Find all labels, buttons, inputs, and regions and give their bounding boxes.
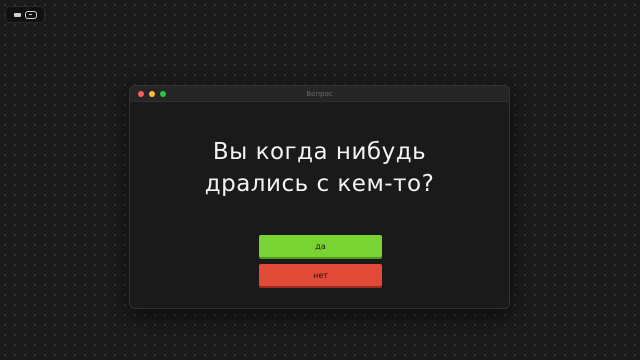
- dialog-window: Вопрос Вы когда нибудь дрались с кем-то?…: [129, 85, 510, 309]
- question-text: Вы когда нибудь дрались с кем-то?: [130, 136, 509, 200]
- window-title: Вопрос: [306, 90, 333, 98]
- vr-headset-icon: [24, 10, 37, 19]
- vr-mode-badge[interactable]: [5, 6, 45, 23]
- question-line-1: Вы когда нибудь: [212, 139, 427, 165]
- no-button[interactable]: нет: [259, 264, 382, 286]
- question-line-2: дрались с кем-то?: [204, 171, 435, 197]
- yes-button[interactable]: да: [259, 235, 382, 257]
- title-bar: Вопрос: [130, 86, 509, 102]
- minus-icon: [13, 12, 21, 17]
